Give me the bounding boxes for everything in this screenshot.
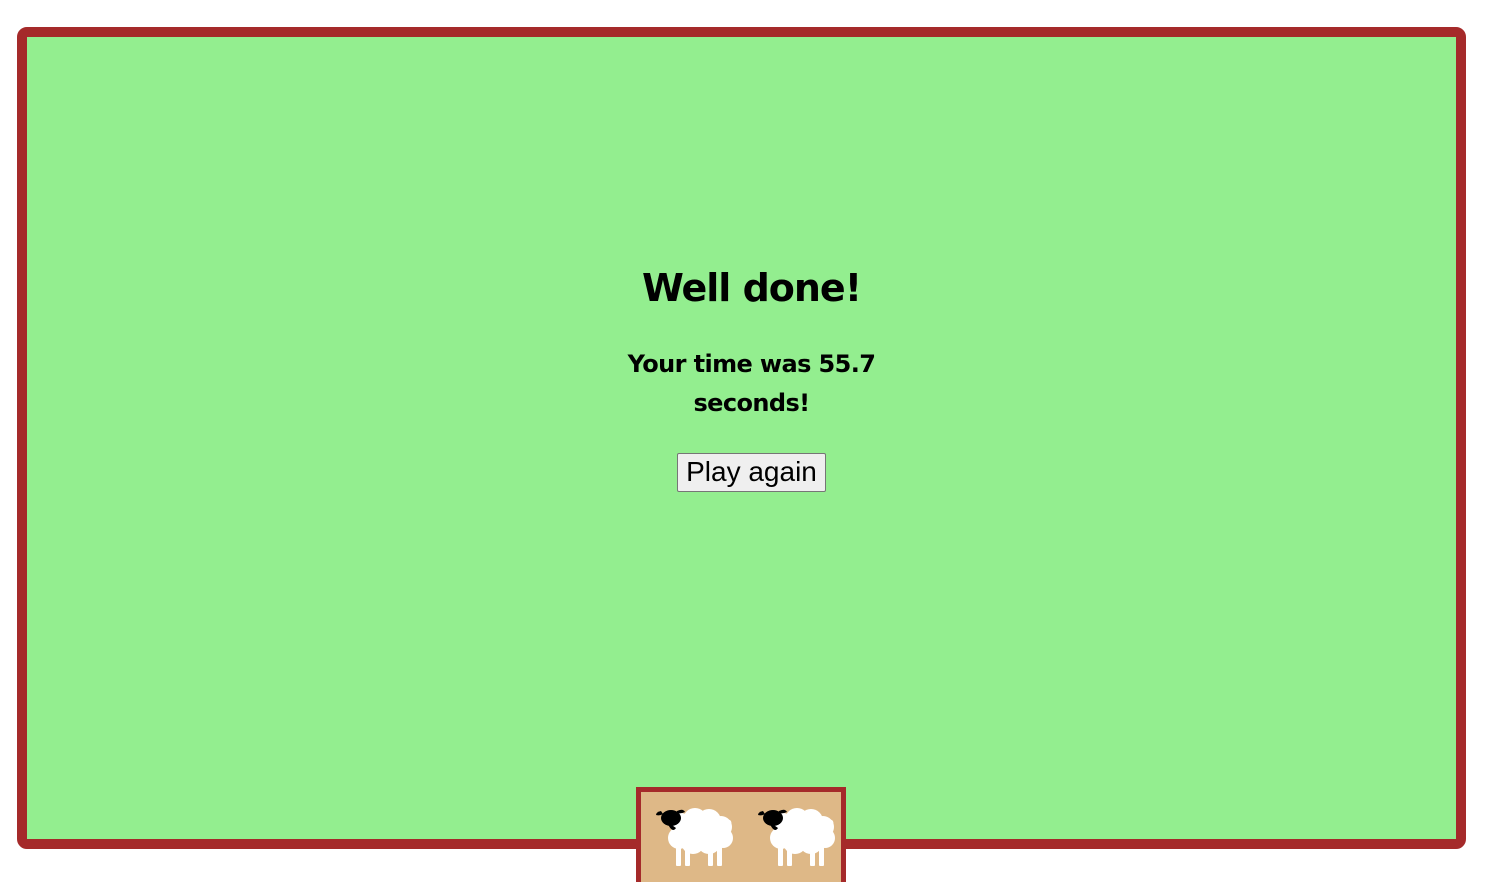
play-again-button[interactable]: Play again bbox=[677, 453, 826, 492]
sheep-icon bbox=[656, 808, 733, 866]
result-text: Your time was 55.7 seconds! bbox=[627, 350, 876, 417]
end-message: Well done! Your time was 55.7 seconds! P… bbox=[27, 259, 1476, 492]
page-title: Well done! bbox=[641, 266, 862, 310]
sheep-icon bbox=[758, 808, 835, 866]
game-field: Well done! Your time was 55.7 seconds! P… bbox=[17, 27, 1466, 849]
